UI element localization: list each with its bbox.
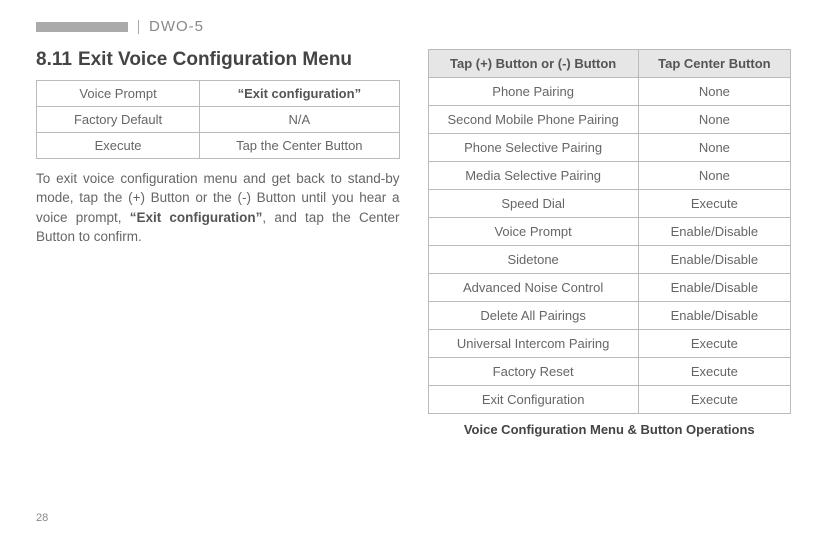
table-row: Second Mobile Phone PairingNone [428,106,791,134]
table-cell-menu-item: Speed Dial [428,190,638,218]
table-row: Factory DefaultN/A [37,106,400,132]
table-cell-value: “Exit configuration” [200,80,399,106]
table-cell-menu-item: Sidetone [428,246,638,274]
table-cell-menu-item: Second Mobile Phone Pairing [428,106,638,134]
table-cell-action: Execute [638,358,790,386]
table-cell-menu-item: Phone Selective Pairing [428,134,638,162]
table-cell-menu-item: Voice Prompt [428,218,638,246]
table-row: Phone Selective PairingNone [428,134,791,162]
section-title-text: Exit Voice Configuration Menu [78,49,352,70]
table-cell-menu-item: Media Selective Pairing [428,162,638,190]
table-row: Phone PairingNone [428,78,791,106]
table-cell-action: None [638,106,790,134]
table-cell-action: Execute [638,386,790,414]
table-cell-menu-item: Advanced Noise Control [428,274,638,302]
table-cell-menu-item: Universal Intercom Pairing [428,330,638,358]
table-row: Media Selective PairingNone [428,162,791,190]
table-cell-action: Execute [638,190,790,218]
table-header-col2: Tap Center Button [638,50,790,78]
table-cell-action: Execute [638,330,790,358]
table-cell-value: N/A [200,106,399,132]
table-row: Voice PromptEnable/Disable [428,218,791,246]
table-cell-label: Factory Default [37,106,200,132]
table-cell-action: None [638,162,790,190]
page-number: 28 [36,512,48,524]
table-cell-menu-item: Delete All Pairings [428,302,638,330]
table-cell-action: None [638,134,790,162]
table-row: ExecuteTap the Center Button [37,132,400,158]
voice-config-menu-table: Tap (+) Button or (-) Button Tap Center … [428,49,792,414]
section-title: 8.11Exit Voice Configuration Menu [76,49,400,72]
table-cell-label: Voice Prompt [37,80,200,106]
model-name: DWO-5 [149,18,204,35]
table-cell-value: Tap the Center Button [200,132,399,158]
table-caption: Voice Configuration Menu & Button Operat… [428,422,792,437]
table-row: Factory ResetExecute [428,358,791,386]
table-cell-menu-item: Phone Pairing [428,78,638,106]
page-header: DWO-5 [36,18,791,35]
table-header-col1: Tap (+) Button or (-) Button [428,50,638,78]
table-row: Advanced Noise ControlEnable/Disable [428,274,791,302]
table-cell-action: Enable/Disable [638,246,790,274]
table-cell-action: Enable/Disable [638,302,790,330]
config-detail-table: Voice Prompt“Exit configuration”Factory … [36,80,400,159]
table-row: Exit ConfigurationExecute [428,386,791,414]
body-bold: “Exit configuration” [130,210,263,225]
table-cell-action: None [638,78,790,106]
table-cell-menu-item: Exit Configuration [428,386,638,414]
table-cell-action: Enable/Disable [638,274,790,302]
table-cell-menu-item: Factory Reset [428,358,638,386]
table-row: Delete All PairingsEnable/Disable [428,302,791,330]
table-row: Universal Intercom PairingExecute [428,330,791,358]
logo-placeholder [36,22,128,32]
table-header-row: Tap (+) Button or (-) Button Tap Center … [428,50,791,78]
table-cell-label: Execute [37,132,200,158]
table-cell-action: Enable/Disable [638,218,790,246]
section-number: 8.11 [36,49,72,70]
table-row: Voice Prompt“Exit configuration” [37,80,400,106]
header-divider [138,20,139,34]
body-paragraph: To exit voice configuration menu and get… [36,169,400,247]
table-row: SidetoneEnable/Disable [428,246,791,274]
table-row: Speed DialExecute [428,190,791,218]
